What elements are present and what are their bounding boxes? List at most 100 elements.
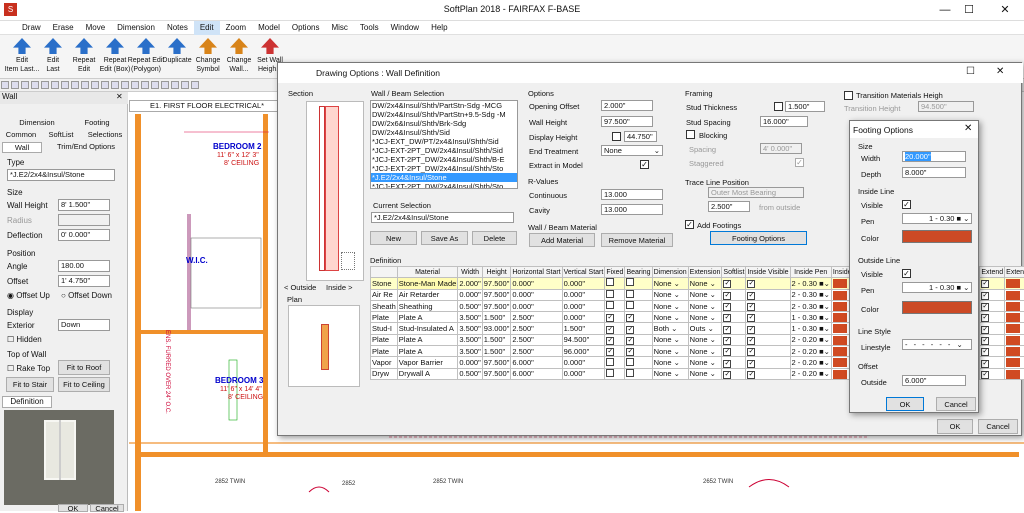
footing-ok-button[interactable]: OK <box>886 397 924 411</box>
wall-type-item[interactable]: DW/2x6&Insul/Shth/Brk-Sdg <box>371 119 517 128</box>
softlist-cell[interactable]: ✓ <box>722 334 746 345</box>
dimension-cell[interactable]: None ⌄ <box>652 346 688 357</box>
width-cell[interactable]: 0.000" <box>458 289 482 300</box>
delete-button[interactable]: Delete <box>472 231 517 245</box>
dialog-ok-button[interactable]: OK <box>937 419 973 434</box>
bearing-cell[interactable]: ✓ <box>625 323 652 334</box>
hstart-cell[interactable]: 0.000" <box>511 278 562 289</box>
tab-common[interactable]: Common <box>2 130 40 139</box>
color-swatch[interactable] <box>833 302 847 311</box>
extension-cell[interactable]: None ⌄ <box>688 368 722 379</box>
vstart-cell[interactable]: 96.000" <box>562 346 605 357</box>
material-cell[interactable]: Vapor Barrier <box>397 357 458 368</box>
softlist-cell[interactable]: ✓ <box>722 323 746 334</box>
color-swatch[interactable] <box>833 336 847 345</box>
menu-item-erase[interactable]: Erase <box>47 21 80 35</box>
checkbox[interactable] <box>606 369 614 377</box>
inside-pen-cell[interactable]: 2 - 0.20 ■⌄ <box>790 346 831 357</box>
checkbox[interactable] <box>626 358 634 366</box>
checkbox[interactable]: ✓ <box>723 371 731 379</box>
material-cell[interactable]: Sheathing <box>397 300 458 311</box>
checkbox[interactable]: ✓ <box>747 280 755 288</box>
height-cell[interactable]: 1.500" <box>482 346 511 357</box>
trace-offset-input[interactable]: 2.500" <box>708 201 750 212</box>
inside-pen-cell[interactable]: 2 - 0.30 ■⌄ <box>790 278 831 289</box>
angle-input[interactable]: 180.00 <box>58 260 110 272</box>
hstart-cell[interactable]: 2.500" <box>511 346 562 357</box>
inside-visible-cell[interactable]: ✓ <box>746 357 790 368</box>
checkbox[interactable]: ✓ <box>626 337 634 345</box>
tool-icon[interactable] <box>31 81 39 89</box>
fixed-cell[interactable]: ✓ <box>605 312 625 323</box>
hstart-cell[interactable]: 6.000" <box>511 368 562 379</box>
tool-icon[interactable] <box>1 81 9 89</box>
linestyle-select[interactable]: - - - - - - ⌄ <box>902 339 972 350</box>
hstart-cell[interactable]: 6.000" <box>511 357 562 368</box>
tool-icon[interactable] <box>51 81 59 89</box>
footing-width-input[interactable]: 20.000" <box>902 151 966 162</box>
extract-checkbox[interactable]: ✓ <box>640 160 649 169</box>
bearing-cell[interactable] <box>625 357 652 368</box>
checkbox[interactable]: ✓ <box>723 280 731 288</box>
material-cell[interactable]: Plate A <box>397 334 458 345</box>
extension-cell[interactable]: None ⌄ <box>688 300 722 311</box>
checkbox[interactable] <box>626 290 634 298</box>
color-swatch[interactable] <box>1006 370 1020 379</box>
height-cell[interactable]: 1.500" <box>482 334 511 345</box>
checkbox[interactable] <box>626 278 634 286</box>
tool-icon[interactable] <box>191 81 199 89</box>
extension-cell[interactable]: Outs ⌄ <box>688 323 722 334</box>
minimize-icon[interactable]: — <box>934 2 956 18</box>
width-cell[interactable]: 3.500" <box>458 334 482 345</box>
menu-item-tools[interactable]: Tools <box>354 21 385 35</box>
tab-footing[interactable]: Footing <box>72 118 122 127</box>
vstart-cell[interactable]: 0.000" <box>562 357 605 368</box>
checkbox[interactable]: ✓ <box>747 326 755 334</box>
inside-visible-cell[interactable]: ✓ <box>746 278 790 289</box>
extend-cell[interactable]: ✓ <box>980 278 1005 289</box>
color-swatch[interactable] <box>833 291 847 300</box>
hstart-cell[interactable]: 2.500" <box>511 312 562 323</box>
footing-depth-input[interactable]: 8.000" <box>902 167 966 178</box>
inside-visible-cell[interactable]: ✓ <box>746 312 790 323</box>
outside-pen-select[interactable]: 1 - 0.30 ■ ⌄ <box>902 282 972 293</box>
continuous-input[interactable]: 13.000 <box>601 189 663 200</box>
tool-icon[interactable] <box>131 81 139 89</box>
inside-visible-checkbox[interactable]: ✓ <box>902 200 911 209</box>
width-cell[interactable]: 0.500" <box>458 368 482 379</box>
checkbox[interactable]: ✓ <box>747 337 755 345</box>
add-footings-checkbox[interactable]: ✓ <box>685 220 694 229</box>
menu-item-misc[interactable]: Misc <box>325 21 353 35</box>
fixed-cell[interactable]: ✓ <box>605 334 625 345</box>
menu-item-help[interactable]: Help <box>425 21 453 35</box>
width-cell[interactable]: 0.500" <box>458 300 482 311</box>
bearing-cell[interactable] <box>625 368 652 379</box>
bearing-cell[interactable]: ✓ <box>625 346 652 357</box>
display-height-checkbox[interactable] <box>612 132 621 141</box>
extend-color-cell[interactable] <box>1005 368 1024 379</box>
extend-cell[interactable]: ✓ <box>980 323 1005 334</box>
deflection-input[interactable]: 0' 0.000" <box>58 229 110 241</box>
tool-icon[interactable] <box>21 81 29 89</box>
inside-pen-cell[interactable]: 2 - 0.20 ■⌄ <box>790 357 831 368</box>
save-as-button[interactable]: Save As <box>421 231 468 245</box>
dimension-cell[interactable]: None ⌄ <box>652 312 688 323</box>
inside-visible-cell[interactable]: ✓ <box>746 300 790 311</box>
height-cell[interactable]: 97.500" <box>482 278 511 289</box>
dimension-cell[interactable]: None ⌄ <box>652 357 688 368</box>
hstart-cell[interactable]: 2.500" <box>511 334 562 345</box>
checkbox[interactable]: ✓ <box>606 337 614 345</box>
checkbox[interactable]: ✓ <box>626 348 634 356</box>
tab-softlist[interactable]: SoftList <box>42 130 80 139</box>
softlist-cell[interactable]: ✓ <box>722 300 746 311</box>
checkbox[interactable]: ✓ <box>723 326 731 334</box>
fixed-cell[interactable]: ✓ <box>605 346 625 357</box>
definition-tab[interactable]: Definition <box>2 396 52 408</box>
inside-pen-cell[interactable]: 1 - 0.30 ■⌄ <box>790 312 831 323</box>
offset-down-radio[interactable]: ○ Offset Down <box>61 291 112 300</box>
fit-to-stair-button[interactable]: Fit to Stair <box>6 377 54 392</box>
color-swatch[interactable] <box>1006 347 1020 356</box>
cavity-input[interactable]: 13.000 <box>601 204 663 215</box>
outside-color-swatch[interactable] <box>902 301 972 314</box>
color-swatch[interactable] <box>1006 291 1020 300</box>
